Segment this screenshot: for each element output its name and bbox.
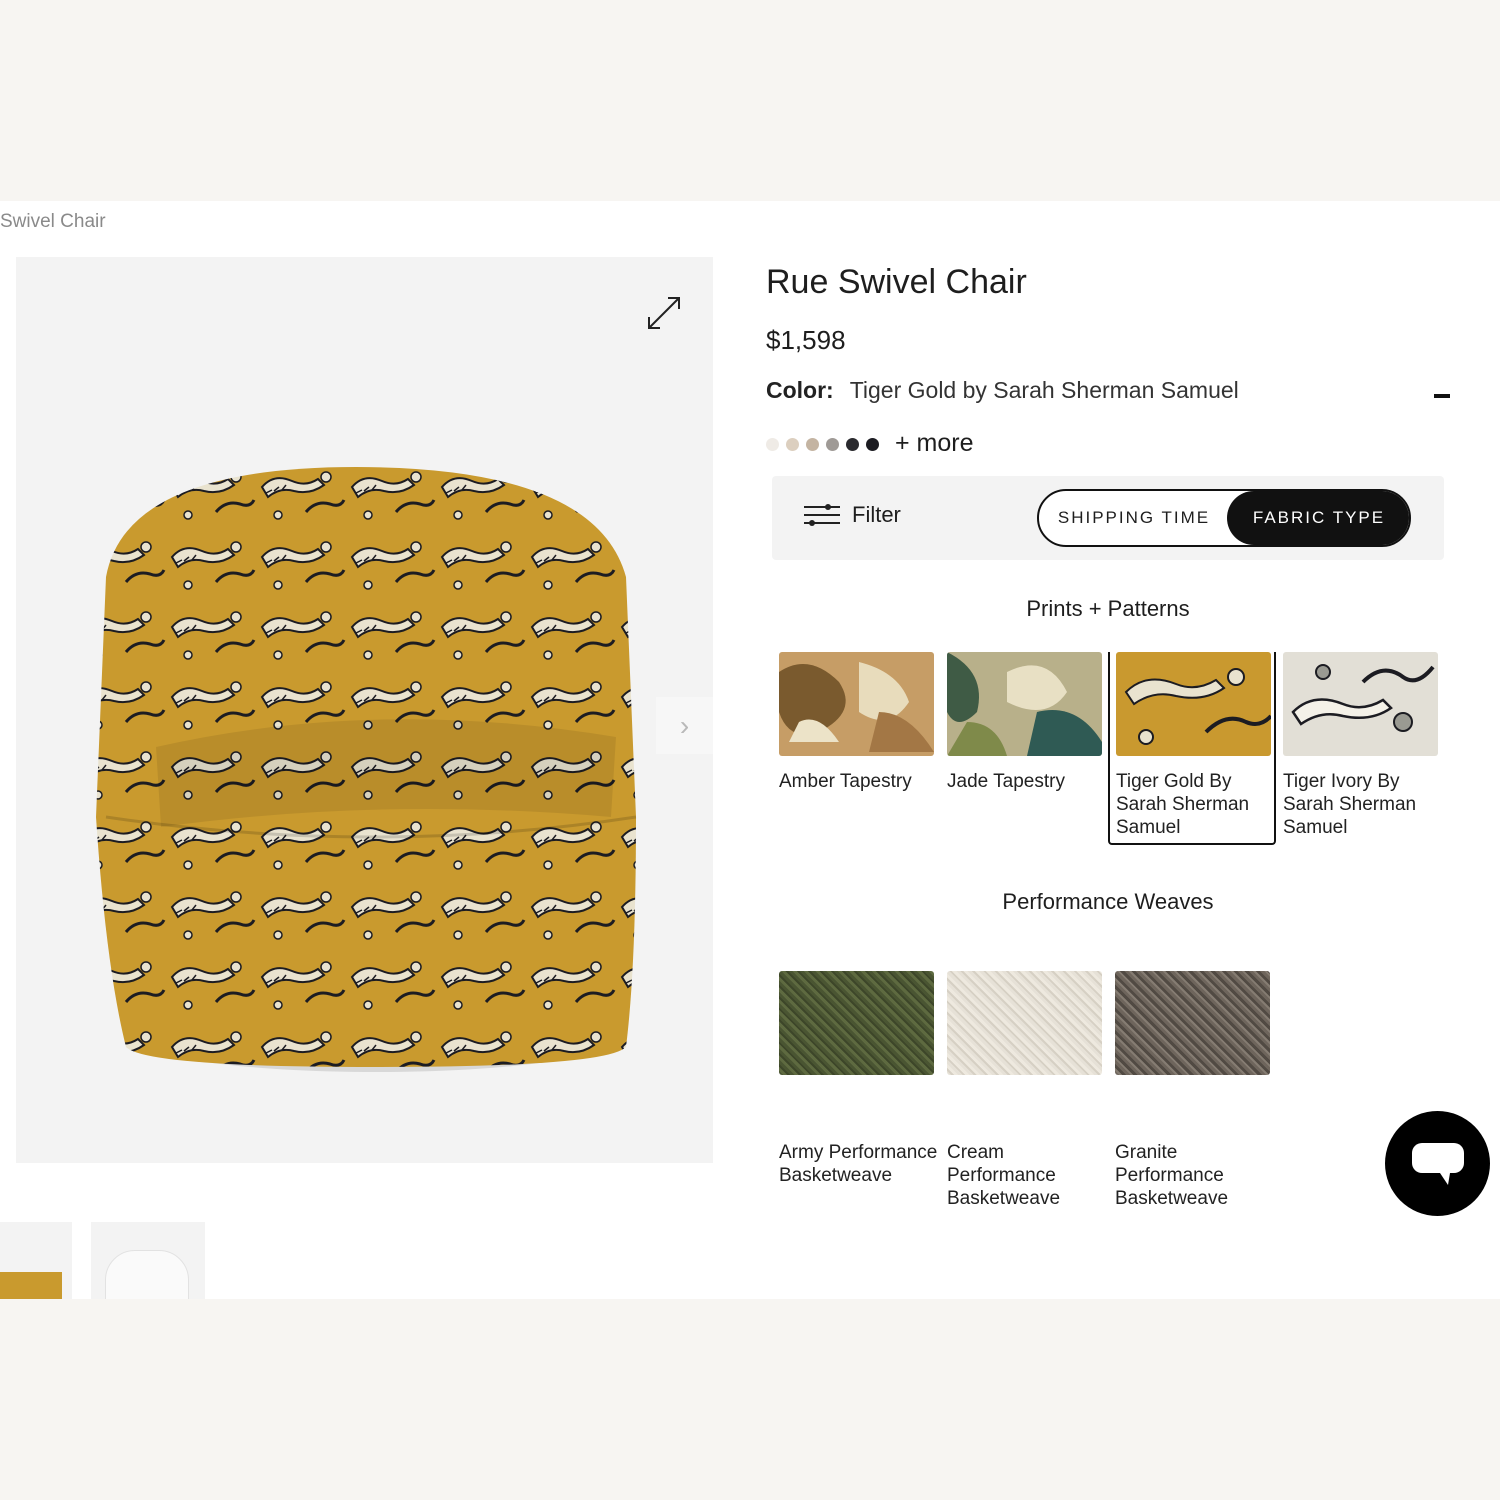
product-price: $1,598 xyxy=(766,325,846,355)
swatch-label: Tiger Ivory By Sarah Sherman Samuel xyxy=(1283,771,1417,838)
swatch-tiger-gold[interactable]: Tiger Gold By Sarah Sherman Samuel xyxy=(1108,652,1276,845)
swatch-label: Cream Performance Basketweave xyxy=(947,1142,1061,1209)
section-heading-prints: Prints + Patterns xyxy=(1026,596,1190,621)
color-dot[interactable] xyxy=(846,438,859,451)
color-dot[interactable] xyxy=(786,438,799,451)
breadcrumb[interactable]: Swivel Chair xyxy=(0,211,106,233)
swatch-label: Army Performance Basketweave xyxy=(779,1142,938,1186)
product-image-gallery[interactable]: › xyxy=(16,257,713,1163)
color-dot[interactable] xyxy=(866,438,879,451)
section-heading-weaves: Performance Weaves xyxy=(1002,889,1214,914)
swatch-image xyxy=(1115,971,1270,1075)
color-dots[interactable] xyxy=(766,438,879,451)
swatch-label: Tiger Gold By Sarah Sherman Samuel xyxy=(1116,771,1250,838)
filter-bar: Filter SHIPPING TIME FABRIC TYPE xyxy=(772,476,1444,560)
swatch-image xyxy=(779,971,934,1075)
filter-toggle: SHIPPING TIME FABRIC TYPE xyxy=(1037,489,1411,547)
color-dot[interactable] xyxy=(806,438,819,451)
swatch-image xyxy=(947,652,1102,756)
product-title: Rue Swivel Chair xyxy=(766,263,1027,301)
swatch-image xyxy=(1116,652,1271,756)
color-label: Color: xyxy=(766,377,834,403)
filter-label: Filter xyxy=(852,502,901,527)
more-colors-link[interactable]: + more xyxy=(895,429,974,458)
color-value: Tiger Gold by Sarah Sherman Samuel xyxy=(849,377,1239,403)
thumbnail-tiger-gold[interactable] xyxy=(0,1222,72,1299)
color-dot[interactable] xyxy=(826,438,839,451)
product-image xyxy=(96,467,637,1072)
swatch-label: Jade Tapestry xyxy=(947,771,1065,792)
color-selection: Color: Tiger Gold by Sarah Sherman Samue… xyxy=(766,377,1239,404)
product-page: Swivel Chair › Rue Swivel Chair $1,598 C… xyxy=(0,201,1500,1299)
chevron-right-icon: › xyxy=(679,709,690,741)
shipping-time-toggle[interactable]: SHIPPING TIME xyxy=(1039,491,1229,545)
swatch-image xyxy=(1283,652,1438,756)
collapse-icon[interactable] xyxy=(1434,394,1450,398)
color-dot[interactable] xyxy=(766,438,779,451)
next-image-button[interactable]: › xyxy=(656,697,713,754)
expand-icon[interactable] xyxy=(644,293,684,333)
thumbnail-white[interactable] xyxy=(91,1222,205,1299)
swatch-label: Amber Tapestry xyxy=(779,771,912,792)
filter-button[interactable]: Filter xyxy=(804,502,901,528)
swatch-label: Granite Performance Basketweave xyxy=(1115,1142,1229,1209)
sliders-icon xyxy=(804,504,840,526)
fabric-type-toggle[interactable]: FABRIC TYPE xyxy=(1227,491,1409,545)
swatch-image xyxy=(779,652,934,756)
swatch-image xyxy=(947,971,1102,1075)
chat-button[interactable] xyxy=(1385,1111,1490,1216)
chat-icon xyxy=(1411,1142,1464,1185)
